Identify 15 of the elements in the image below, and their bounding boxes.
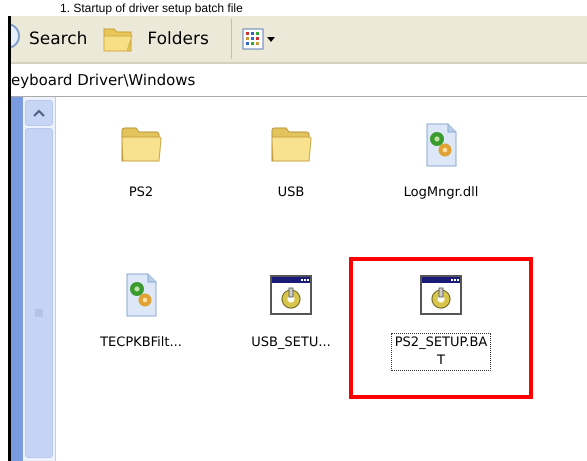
file-name[interactable]: TECPKBFilt... — [91, 333, 191, 353]
scroll-up-button[interactable] — [25, 100, 53, 126]
folders-button[interactable]: Folders — [101, 19, 217, 59]
scroll-thumb[interactable] — [25, 128, 53, 458]
file-name[interactable]: PS2_SETUP.BAT — [391, 333, 491, 371]
views-icon — [242, 28, 264, 50]
file-name[interactable]: PS2 — [91, 183, 191, 203]
file-name[interactable]: USB — [241, 183, 341, 203]
search-button[interactable]: Search — [11, 19, 96, 59]
caret-icon — [266, 36, 275, 42]
file-name[interactable]: LogMngr.dll — [391, 183, 491, 203]
file-name[interactable]: USB_SETU... — [241, 333, 341, 353]
grip-icon — [34, 308, 44, 318]
caption-text: 1. Startup of driver setup batch file — [59, 0, 244, 16]
scrollbar[interactable] — [23, 97, 56, 461]
